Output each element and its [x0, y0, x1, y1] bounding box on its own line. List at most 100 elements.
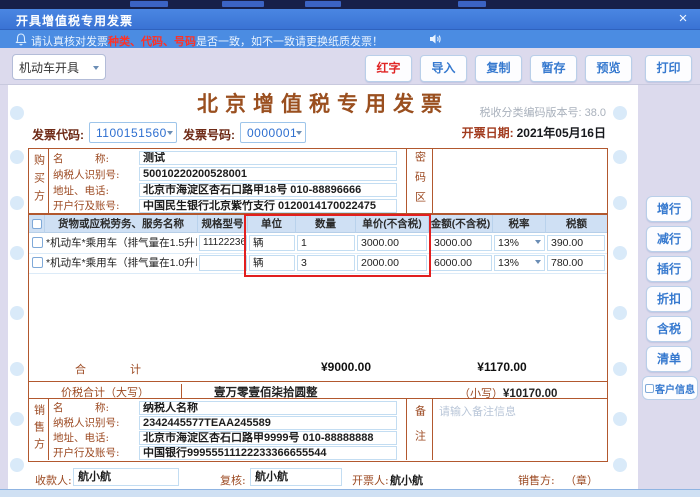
import-button[interactable]: 导入 — [420, 55, 467, 82]
seller-taxid-input[interactable]: 2342445577TEAA245589 — [139, 416, 397, 430]
buyer-taxid-input[interactable]: 50010220200528001 — [139, 167, 397, 181]
items-table: 货物或应税劳务、服务名称 规格型号 单位 数量 单价(不含税) 金额(不含税) … — [28, 214, 608, 382]
item-unit-input[interactable]: 辆 — [249, 235, 295, 251]
item-amount-cell: 3000.00 — [430, 235, 492, 251]
decor-dot — [613, 196, 627, 210]
issue-date-label: 开票日期: — [462, 126, 514, 140]
bell-icon — [15, 33, 27, 46]
col-header-name: 货物或应税劳务、服务名称 — [45, 215, 198, 233]
invoice-code-select[interactable]: 1100151560 — [89, 122, 177, 143]
col-header-spec: 规格型号 — [198, 215, 248, 233]
invoice-number-label: 发票号码: — [183, 126, 235, 143]
seller-block: 销售方 名 称: 纳税人名称 纳税人识别号: 2342445577TEAA245… — [28, 399, 608, 462]
window-title: 开具增值税专用发票 — [16, 12, 133, 29]
item-rate-select[interactable]: 13% — [494, 255, 545, 271]
decor-dot — [10, 458, 24, 472]
list-button[interactable]: 清单 — [646, 346, 692, 372]
buyer-side-label: 购买方 — [31, 154, 47, 208]
discount-button[interactable]: 折扣 — [646, 286, 692, 312]
close-icon[interactable]: × — [674, 10, 692, 28]
item-qty-input[interactable]: 1 — [297, 235, 355, 251]
buyer-name-label: 名 称: — [53, 151, 139, 166]
item-price-input[interactable]: 2000.00 — [357, 255, 427, 271]
remove-row-button[interactable]: 减行 — [646, 226, 692, 252]
chevron-down-icon — [535, 240, 541, 247]
col-header-price: 单价(不含税) — [356, 215, 429, 233]
chevron-down-icon — [296, 131, 302, 138]
red-letter-button[interactable]: 红字 — [365, 55, 412, 82]
decor-dot — [613, 412, 627, 426]
row-checkbox[interactable] — [32, 257, 43, 268]
invoice-code-value: 1100151560 — [96, 126, 167, 140]
payee-input[interactable]: 航小航 — [73, 468, 179, 486]
item-rate-select[interactable]: 13% — [494, 235, 545, 251]
decor-dot — [613, 306, 627, 320]
total-tax: ¥1170.00 — [442, 360, 562, 374]
buyer-taxid-label: 纳税人识别号: — [53, 167, 139, 182]
save-draft-button[interactable]: 暂存 — [530, 55, 577, 82]
item-rate-value: 13% — [498, 256, 535, 270]
buyer-bank-label: 开户行及账号: — [53, 198, 139, 213]
decor-dot — [10, 150, 24, 164]
decor-dot — [10, 196, 24, 210]
buyer-bank-input[interactable]: 中国民生银行北京紫竹支行 0120014170022475 — [139, 199, 397, 213]
invoice-mode-select[interactable]: 机动车开具 — [12, 54, 106, 80]
items-header-row: 货物或应税劳务、服务名称 规格型号 单位 数量 单价(不含税) 金额(不含税) … — [29, 215, 607, 233]
buyer-address-input[interactable]: 北京市海淀区杏石口路甲18号 010-88896666 — [139, 183, 397, 197]
add-row-button[interactable]: 增行 — [646, 196, 692, 222]
remark-label: 备注 — [412, 405, 428, 455]
background-fragment — [458, 1, 486, 7]
item-spec-input[interactable] — [199, 255, 247, 271]
item-unit-input[interactable]: 辆 — [249, 255, 295, 271]
insert-row-button[interactable]: 插行 — [646, 256, 692, 282]
item-price-input[interactable]: 3000.00 — [357, 235, 427, 251]
row-checkbox[interactable] — [32, 237, 43, 248]
seller-bank-label: 开户行及账号: — [53, 445, 139, 460]
item-tax-cell: 390.00 — [547, 235, 605, 251]
seller-bank-input[interactable]: 中国银行99955511122233366655544 — [139, 446, 397, 460]
totals-label: 合 计 — [75, 361, 141, 377]
copy-button[interactable]: 复制 — [475, 55, 522, 82]
buyer-side-cell: 购买方 — [29, 149, 49, 213]
decor-dot — [10, 412, 24, 426]
bottom-strip — [0, 489, 700, 497]
select-all-checkbox[interactable] — [32, 219, 42, 229]
seller-address-label: 地址、电话: — [53, 430, 139, 445]
customer-info-toggle[interactable]: 客户信息 — [642, 376, 698, 400]
seller-name-input[interactable]: 纳税人名称 — [139, 401, 397, 415]
buyer-name-input[interactable]: 测试 — [139, 151, 397, 165]
invoice-number-select[interactable]: 00000016 — [240, 122, 306, 143]
total-amount: ¥9000.00 — [286, 360, 406, 374]
print-button[interactable]: 打印 — [645, 55, 692, 82]
invoice-mode-value: 机动车开具 — [19, 59, 93, 76]
buyer-block: 购买方 名 称: 测试 纳税人识别号: 50010220200528001 地址… — [28, 148, 608, 214]
alert-message-post: 是否一致，如不一致请更换纸质发票！ — [196, 36, 383, 48]
drawer-label: 开票人: — [352, 472, 389, 488]
background-fragment — [222, 1, 264, 7]
chevron-down-icon — [535, 260, 541, 267]
remark-area[interactable]: 请输入备注信息 — [433, 399, 607, 460]
remark-side-cell: 备注 — [406, 399, 433, 460]
password-area-label: 密码区 — [412, 151, 428, 211]
customer-info-label: 客户信息 — [655, 381, 695, 396]
background-fragment — [130, 1, 168, 7]
item-name[interactable]: *机动车*乘用车（排气量在1.0升以上 — [46, 253, 197, 273]
customer-info-checkbox[interactable] — [645, 384, 654, 393]
tax-sum-capital: 壹万零壹佰柒拾圆整 — [214, 384, 318, 400]
chevron-down-icon — [93, 66, 99, 73]
seller-address-input[interactable]: 北京市海淀区杏石口路甲9999号 010-88888888 — [139, 431, 397, 445]
tax-included-button[interactable]: 含税 — [646, 316, 692, 342]
tax-sum-row: 价税合计（大写） 壹万零壹佰柒拾圆整 （小写）¥10170.00 — [28, 382, 608, 399]
invoice-code-label: 发票代码: — [32, 126, 84, 143]
col-header-qty: 数量 — [296, 215, 356, 233]
decor-dot — [613, 150, 627, 164]
background-window-strip — [0, 0, 700, 9]
remark-placeholder: 请输入备注信息 — [439, 403, 516, 419]
item-name[interactable]: *机动车*乘用车（排气量在1.5升以上 — [46, 233, 197, 253]
preview-button[interactable]: 预览 — [585, 55, 632, 82]
item-spec-input[interactable]: 1112223655 — [199, 235, 247, 251]
item-qty-input[interactable]: 3 — [297, 255, 355, 271]
chevron-down-icon — [167, 131, 173, 138]
speaker-icon[interactable] — [428, 32, 442, 46]
reviewer-input[interactable]: 航小航 — [250, 468, 342, 486]
